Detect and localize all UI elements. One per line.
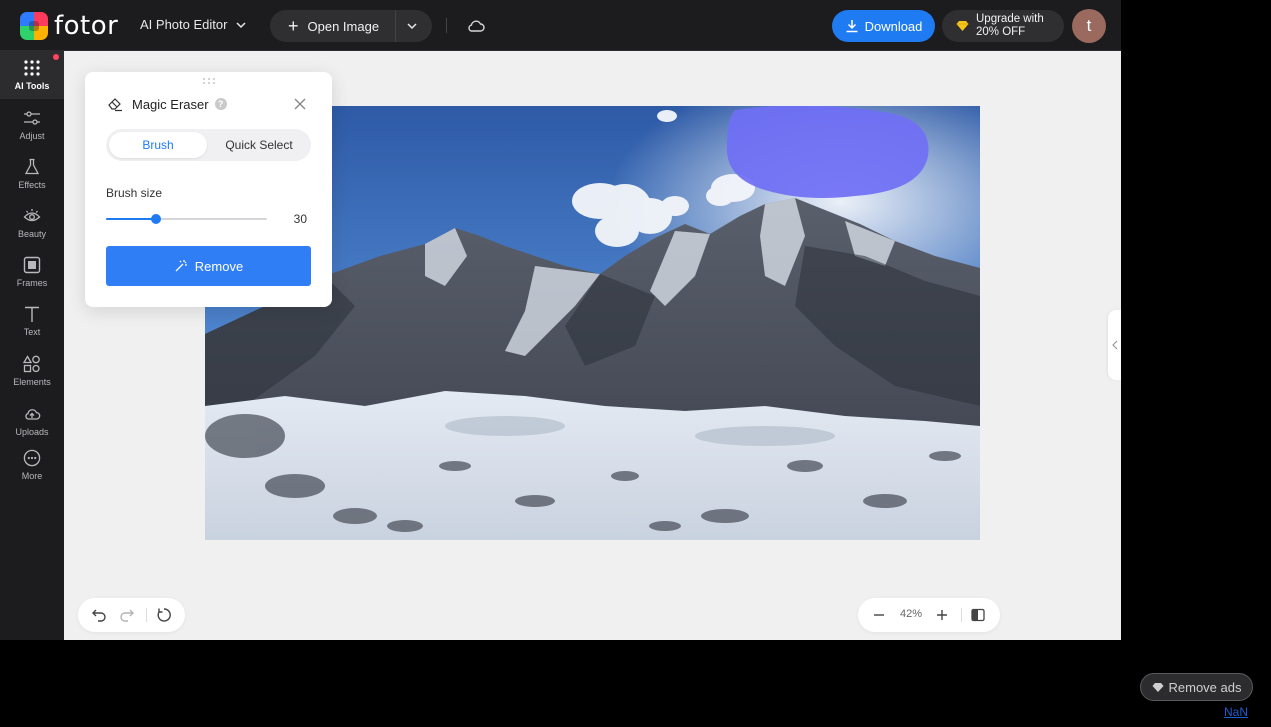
slider-fill: [106, 218, 156, 220]
upload-cloud-icon: [25, 409, 41, 420]
sidebar-item-label: Frames: [16, 278, 48, 288]
download-label: Download: [864, 18, 923, 34]
sidebar-item-text[interactable]: Text: [0, 297, 64, 345]
diamond-icon: [1152, 682, 1163, 692]
sidebar-item-more[interactable]: More: [0, 441, 64, 489]
brush-selection-mark: [726, 106, 929, 198]
drag-handle-icon[interactable]: [202, 77, 216, 85]
right-panel-collapse-tab[interactable]: [1108, 310, 1121, 380]
sidebar-item-elements[interactable]: Elements: [0, 347, 64, 395]
zoom-in-icon[interactable]: [934, 607, 950, 623]
fotor-logo-mark-icon: [20, 12, 48, 40]
chevron-down-icon: [407, 23, 417, 30]
eraser-icon: [108, 98, 122, 112]
editor-menu-label: AI Photo Editor: [140, 17, 228, 32]
eye-icon: [23, 209, 41, 222]
fotor-editor-window: fotor AI Photo Editor + Open Image Downl…: [0, 0, 1121, 640]
sidebar-item-label: Effects: [18, 180, 46, 190]
sidebar-item-frames[interactable]: Frames: [0, 248, 64, 296]
magic-eraser-panel: Magic Eraser ? Brush Quick Select Brush …: [85, 72, 332, 307]
cloud-save-icon[interactable]: [466, 16, 486, 36]
diamond-icon: [956, 21, 969, 31]
ai-photo-editor-menu[interactable]: AI Photo Editor: [140, 17, 247, 32]
sidebar-item-label: Elements: [13, 377, 51, 387]
download-button[interactable]: Download: [832, 10, 935, 42]
sidebar-item-label: Uploads: [15, 427, 49, 437]
logo-text: fotor: [54, 11, 119, 41]
undo-icon[interactable]: [91, 607, 107, 623]
chevron-down-icon: [236, 21, 246, 28]
top-bar: fotor AI Photo Editor + Open Image Downl…: [0, 0, 1121, 51]
brush-size-slider[interactable]: [106, 212, 267, 226]
upgrade-text: Upgrade with 20% OFF: [976, 13, 1044, 39]
mode-toggle: Brush Quick Select: [106, 129, 311, 161]
zoom-divider: [961, 608, 962, 622]
upgrade-line-1: Upgrade with: [976, 13, 1044, 25]
open-image-label: Open Image: [307, 18, 380, 34]
fotor-logo[interactable]: fotor: [20, 12, 118, 40]
history-divider: [146, 608, 147, 622]
notification-dot: [53, 54, 59, 60]
sliders-icon: [24, 111, 40, 125]
panel-title: Magic Eraser ?: [107, 96, 227, 112]
zoom-level[interactable]: 42%: [896, 608, 926, 620]
sidebar-item-uploads[interactable]: Uploads: [0, 397, 64, 445]
compare-icon[interactable]: [970, 607, 986, 623]
download-icon: [846, 20, 858, 33]
sidebar-item-effects[interactable]: Effects: [0, 150, 64, 198]
frame-icon: [23, 256, 41, 274]
sidebar-item-label: Beauty: [17, 229, 47, 239]
brush-size-label: Brush size: [106, 186, 163, 200]
history-controls: [78, 598, 185, 632]
sidebar-item-label: Text: [23, 327, 41, 337]
close-icon[interactable]: [293, 97, 307, 111]
sidebar-item-label: Adjust: [19, 131, 45, 141]
sidebar-item-label: AI Tools: [14, 81, 50, 91]
upgrade-line-2: 20% OFF: [976, 26, 1026, 38]
ad-link[interactable]: NaN: [1224, 705, 1248, 719]
sidebar-item-adjust[interactable]: Adjust: [0, 101, 64, 149]
brush-size-value: 30: [293, 212, 307, 226]
reset-icon[interactable]: [156, 607, 172, 623]
remove-label: Remove: [194, 258, 244, 274]
zoom-out-icon[interactable]: [871, 607, 887, 623]
panel-title-text: Magic Eraser: [132, 96, 209, 112]
sidebar-item-label: More: [21, 471, 43, 481]
shapes-icon: [23, 355, 40, 373]
remove-ads-button[interactable]: Remove ads: [1140, 673, 1253, 701]
user-avatar[interactable]: t: [1072, 9, 1106, 43]
flask-icon: [24, 158, 40, 175]
open-image-group: + Open Image: [270, 10, 432, 42]
help-icon[interactable]: ?: [214, 98, 227, 110]
more-dots-icon: [23, 449, 41, 467]
open-image-button[interactable]: + Open Image: [270, 10, 397, 42]
remove-ads-label: Remove ads: [1168, 679, 1242, 695]
upgrade-button[interactable]: Upgrade with 20% OFF: [942, 10, 1064, 42]
grid-dots-icon: [24, 60, 40, 76]
sidebar-item-ai-tools[interactable]: AI Tools: [0, 51, 64, 99]
slider-thumb[interactable]: [151, 214, 161, 224]
open-image-dropdown-button[interactable]: [396, 10, 428, 42]
redo-icon[interactable]: [119, 607, 135, 623]
toolbar-divider: [446, 18, 447, 33]
chevron-left-icon: [1112, 340, 1118, 350]
tab-brush[interactable]: Brush: [109, 132, 207, 158]
sidebar-item-beauty[interactable]: Beauty: [0, 199, 64, 247]
plus-icon: +: [288, 16, 299, 36]
magic-wand-icon: [175, 260, 187, 272]
zoom-controls: 42%: [858, 598, 1000, 632]
text-icon: [25, 306, 39, 322]
remove-button[interactable]: Remove: [106, 246, 311, 286]
tab-quick-select[interactable]: Quick Select: [210, 132, 308, 158]
left-sidebar: AI Tools Adjust Effects Beauty Frames Te…: [0, 51, 64, 640]
